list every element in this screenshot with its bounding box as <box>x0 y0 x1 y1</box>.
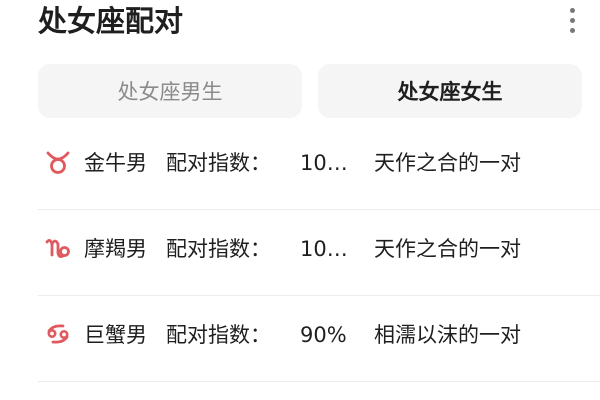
card-title: 处女座配对 <box>38 4 184 38</box>
match-score: 10… <box>300 237 348 261</box>
match-score-label: 配对指数： <box>166 151 271 175</box>
list-item[interactable]: 金牛男 配对指数： 10… 天作之合的一对 <box>0 124 600 210</box>
match-description: 天作之合的一对 <box>374 237 521 261</box>
match-sign: 金牛男 <box>84 151 147 175</box>
capricorn-icon <box>44 234 72 262</box>
list-item[interactable]: 巨蟹男 配对指数： 90% 相濡以沫的一对 <box>0 296 600 382</box>
match-list: 金牛男 配对指数： 10… 天作之合的一对 摩羯男 配对指数： 10… 天作之合… <box>0 124 600 382</box>
match-description: 相濡以沫的一对 <box>374 323 521 347</box>
cancer-icon <box>44 320 72 348</box>
match-sign: 摩羯男 <box>84 237 147 261</box>
more-options-icon[interactable] <box>562 6 582 36</box>
tab-virgo-female[interactable]: 处女座女生 <box>318 64 582 118</box>
match-score: 90% <box>300 323 347 347</box>
match-text: 巨蟹男 配对指数： 90% 相濡以沫的一对 <box>84 316 521 354</box>
zodiac-match-card: 处女座配对 处女座男生 处女座女生 金牛男 配对指数： 10… 天作之合的一对 <box>0 0 600 400</box>
gender-tabs: 处女座男生 处女座女生 <box>38 64 582 118</box>
match-score-label: 配对指数： <box>166 237 271 261</box>
match-text: 金牛男 配对指数： 10… 天作之合的一对 <box>84 144 521 182</box>
match-score: 10… <box>300 151 348 175</box>
match-sign: 巨蟹男 <box>84 323 147 347</box>
list-item[interactable]: 摩羯男 配对指数： 10… 天作之合的一对 <box>0 210 600 296</box>
tab-virgo-male[interactable]: 处女座男生 <box>38 64 302 118</box>
match-text: 摩羯男 配对指数： 10… 天作之合的一对 <box>84 230 521 268</box>
match-description: 天作之合的一对 <box>374 151 521 175</box>
card-header: 处女座配对 <box>38 0 600 48</box>
taurus-icon <box>44 148 72 176</box>
match-score-label: 配对指数： <box>166 323 271 347</box>
